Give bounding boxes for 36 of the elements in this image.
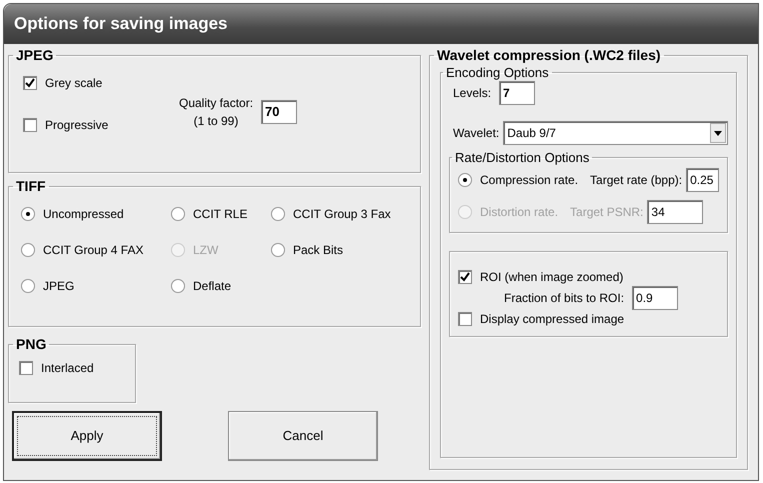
checkbox-label: ROI (when image zoomed)	[480, 269, 624, 286]
radio-label: Pack Bits	[293, 242, 344, 259]
radio-label: CCIT Group 3 Fax	[293, 206, 391, 223]
radio-label: Compression rate.	[480, 172, 578, 189]
field-label: Wavelet:	[453, 125, 500, 142]
group-title: Rate/Distortion Options	[454, 151, 590, 164]
checkbox-label: Progressive	[45, 117, 108, 134]
radio-label: Uncompressed	[43, 206, 124, 223]
radio-label: LZW	[193, 242, 218, 259]
hint-text: (1 to 99)	[194, 113, 238, 130]
radio-label: CCIT Group 4 FAX	[43, 242, 144, 259]
input-field[interactable]: 0.25	[686, 168, 719, 192]
input-field[interactable]: 70	[261, 100, 298, 124]
field-label: Target PSNR:	[570, 204, 644, 221]
group-title: TIFF	[15, 179, 47, 193]
radio-label: JPEG	[43, 278, 74, 295]
group-title: Encoding Options	[445, 66, 550, 79]
input-field[interactable]: 7	[499, 81, 536, 105]
radio-label: Distortion rate.	[480, 204, 558, 221]
wavelet-dropdown[interactable]: Daub 9/7	[503, 121, 728, 145]
group-title: PNG	[15, 337, 48, 351]
field-label: Quality factor:	[179, 95, 254, 112]
checkbox-label: Interlaced	[41, 360, 94, 377]
radio-label: CCIT RLE	[193, 206, 248, 223]
field-label: Target rate (bpp):	[590, 172, 682, 189]
radio-label: Deflate	[193, 278, 232, 295]
apply-button[interactable]: Apply	[12, 411, 162, 461]
input-field[interactable]: 0.9	[632, 286, 678, 310]
checkbox-label: Display compressed image	[480, 311, 624, 328]
field-label: Fraction of bits to ROI:	[504, 290, 624, 307]
window-title: Options for saving images	[14, 13, 228, 36]
group-title: JPEG	[15, 48, 54, 62]
cancel-button[interactable]: Cancel	[228, 411, 378, 461]
group-title: Wavelet compression (.WC2 files)	[436, 48, 662, 62]
checkbox-label: Grey scale	[45, 75, 102, 92]
field-label: Levels:	[453, 85, 492, 102]
